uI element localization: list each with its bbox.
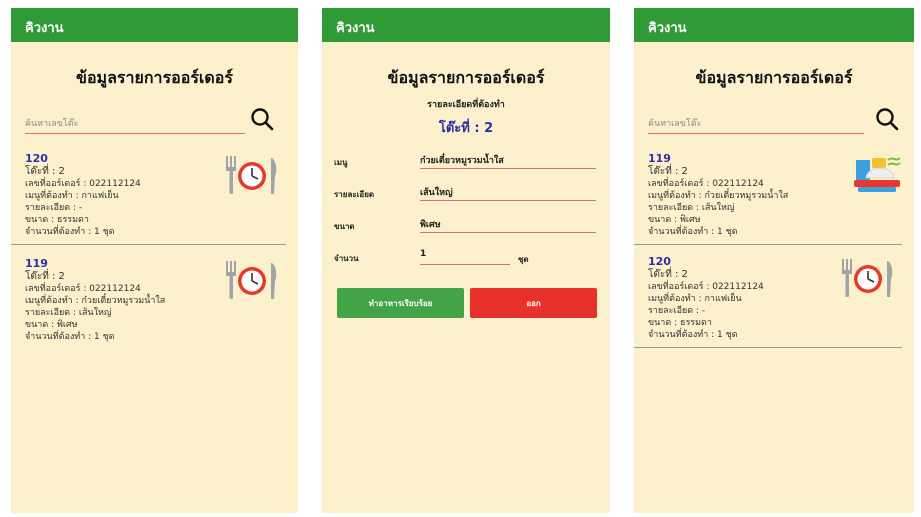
- fork-clock-knife-icon: [842, 259, 893, 297]
- order-size: ขนาด : ธรรมดา: [648, 318, 712, 328]
- search-icon[interactable]: [874, 106, 900, 132]
- order-size: ขนาด : พิเศษ: [648, 215, 701, 225]
- size-row: ขนาด พิเศษ: [322, 208, 610, 240]
- app-bar: คิวงาน: [634, 8, 914, 42]
- fork-clock-knife-icon: [226, 261, 277, 299]
- list-item[interactable]: 119 โต๊ะที่ : 2 เลขที่ออร์เดอร์ : 022112…: [634, 152, 914, 238]
- order-quantity: จำนวนที่ต้องทำ : 1 ชุด: [25, 332, 115, 342]
- search-input[interactable]: [648, 104, 864, 134]
- order-size: ขนาด : ธรรมดา: [25, 215, 89, 225]
- quantity-row: จำนวน 1 ชุด: [322, 240, 610, 272]
- quantity-field[interactable]: 1: [420, 245, 510, 265]
- size-field[interactable]: พิเศษ: [420, 213, 596, 233]
- detail-row: รายละเอียด เส้นใหญ่: [322, 176, 610, 208]
- search-input[interactable]: [25, 104, 245, 134]
- page-title: ข้อมูลรายการออร์เดอร์: [695, 68, 853, 87]
- exit-button[interactable]: ออก: [470, 288, 597, 318]
- menu-label: เมนู: [334, 158, 348, 167]
- app-bar: คิวงาน: [11, 8, 298, 42]
- order-quantity: จำนวนที่ต้องทำ : 1 ชุด: [648, 330, 738, 340]
- search-bar: [634, 104, 914, 138]
- list-item[interactable]: 120 โต๊ะที่ : 2 เลขที่ออร์เดอร์ : 022112…: [634, 255, 914, 341]
- detail-field[interactable]: เส้นใหญ่: [420, 181, 596, 201]
- fork-clock-knife-icon: [226, 156, 277, 194]
- menu-field[interactable]: ก๋วยเตี๋ยวหมูรวมน้ำใส: [420, 149, 596, 169]
- order-detail: รายละเอียด : -: [648, 306, 706, 316]
- order-quantity: จำนวนที่ต้องทำ : 1 ชุด: [648, 227, 738, 237]
- divider: [11, 244, 286, 245]
- page-title: ข้อมูลรายการออร์เดอร์: [76, 68, 233, 87]
- detail-subtitle: รายละเอียดที่ต้องทำ: [427, 100, 505, 110]
- search-icon[interactable]: [249, 106, 275, 132]
- app-bar: คิวงาน: [322, 8, 610, 42]
- divider: [634, 347, 902, 348]
- divider: [634, 244, 902, 245]
- search-bar: [11, 104, 298, 138]
- food-tray-icon: [854, 157, 901, 192]
- quantity-unit: ชุด: [518, 255, 529, 264]
- size-label: ขนาด: [334, 222, 355, 231]
- order-size: ขนาด : พิเศษ: [25, 320, 78, 330]
- order-detail: รายละเอียด : เส้นใหญ่: [25, 308, 112, 318]
- order-detail: รายละเอียด : เส้นใหญ่: [648, 203, 735, 213]
- cooking-done-button[interactable]: ทำอาหารเรียบร้อย: [337, 288, 464, 318]
- screen-order-list-updated: คิวงาน ข้อมูลรายการออร์เดอร์ 119 โต๊ะที่…: [634, 8, 914, 513]
- screen-order-list: คิวงาน ข้อมูลรายการออร์เดอร์ 120 โต๊ะที่…: [11, 8, 298, 513]
- screen-order-detail: คิวงาน ข้อมูลรายการออร์เดอร์ รายละเอียดท…: [322, 8, 610, 513]
- table-number: โต๊ะที่ : 2: [438, 121, 494, 136]
- page-title: ข้อมูลรายการออร์เดอร์: [387, 68, 545, 87]
- list-item[interactable]: 119 โต๊ะที่ : 2 เลขที่ออร์เดอร์ : 022112…: [11, 257, 298, 343]
- detail-label: รายละเอียด: [334, 190, 375, 199]
- order-detail: รายละเอียด : -: [25, 203, 83, 213]
- menu-row: เมนู ก๋วยเตี๋ยวหมูรวมน้ำใส: [322, 144, 610, 176]
- quantity-label: จำนวน: [334, 254, 359, 263]
- order-quantity: จำนวนที่ต้องทำ : 1 ชุด: [25, 227, 115, 237]
- list-item[interactable]: 120 โต๊ะที่ : 2 เลขที่ออร์เดอร์ : 022112…: [11, 152, 298, 238]
